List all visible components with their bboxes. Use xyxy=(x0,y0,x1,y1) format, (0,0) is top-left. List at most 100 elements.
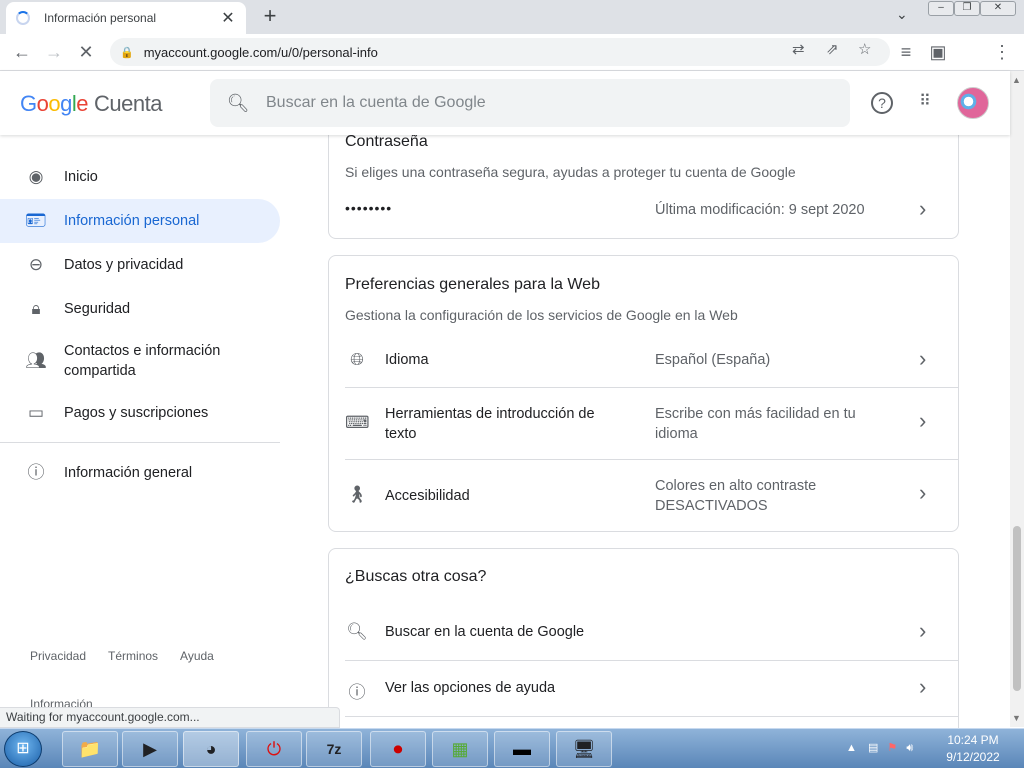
row-divider xyxy=(345,716,959,717)
tab-search-chevron-icon[interactable]: ⌄ xyxy=(896,6,908,23)
other-options-card: ¿Buscas otra cosa? 🔍︎ Buscar en la cuent… xyxy=(328,548,959,748)
power-app-icon[interactable]: ⏻ xyxy=(246,731,302,767)
chevron-right-icon: › xyxy=(919,346,927,371)
row-label: Idioma xyxy=(385,352,429,368)
help-icon: ⓘ xyxy=(348,683,366,702)
privacy-link[interactable]: Privacidad xyxy=(30,649,86,663)
sidebar-item-informacion-general[interactable]: ⓘ Información general xyxy=(0,461,280,485)
accessibility-row[interactable]: 🚶︎ Accesibilidad Colores en alto contras… xyxy=(345,476,959,516)
scroll-up-arrow-icon[interactable]: ▲ xyxy=(1012,75,1021,85)
sidebar-item-label: Seguridad xyxy=(64,301,131,317)
close-tab-icon[interactable]: ✕ xyxy=(220,8,236,28)
volume-icon[interactable]: 🔊︎ xyxy=(906,742,913,754)
search-account-row[interactable]: 🔍︎ Buscar en la cuenta de Google › xyxy=(345,618,959,646)
reading-list-icon[interactable]: ≡ xyxy=(896,42,916,62)
text-input-tools-row[interactable]: ⌨︎ Herramientas de introducción de texto… xyxy=(345,404,959,444)
show-hidden-icons-icon[interactable]: ▲ xyxy=(846,742,857,754)
sidebar-item-label: Datos y privacidad xyxy=(64,257,184,273)
toggle-icon: ⊖ xyxy=(28,255,44,274)
sidebar-item-label: Pagos y suscripciones xyxy=(64,405,209,421)
terms-link[interactable]: Términos xyxy=(108,649,158,663)
row-divider xyxy=(345,387,959,388)
side-panel-icon[interactable]: ▣ xyxy=(928,42,948,62)
chevron-right-icon: › xyxy=(919,674,927,699)
search-icon: 🔍︎ xyxy=(346,622,368,641)
translate-icon[interactable]: ⇄ xyxy=(792,40,805,58)
masked-password: •••••••• xyxy=(345,200,393,216)
start-button[interactable]: ⊞ xyxy=(4,731,42,767)
credit-card-icon: ▭ xyxy=(27,403,45,422)
chrome-icon[interactable]: ◕ xyxy=(183,731,239,767)
sidebar-item-inicio[interactable]: ◉ Inicio xyxy=(0,165,280,189)
card-title: Preferencias generales para la Web xyxy=(345,276,600,293)
browser-toolbar: ← → ✕ 🔒 myaccount.google.com/u/0/persona… xyxy=(0,34,1024,99)
status-bubble: Waiting for myaccount.google.com... xyxy=(0,707,340,728)
page-scrollbar[interactable]: ▲ ▼ xyxy=(1010,71,1024,727)
close-window-button[interactable]: ✕ xyxy=(980,1,1016,16)
language-row[interactable]: 🌐︎ Idioma Español (España) › xyxy=(345,346,959,374)
help-icon[interactable]: ? xyxy=(871,92,893,114)
loading-spinner-icon xyxy=(16,11,30,25)
apps-grid-icon[interactable]: ⠿ xyxy=(913,91,937,115)
lock-icon[interactable]: 🔒 xyxy=(120,46,134,59)
taskbar-clock[interactable]: 10:24 PM 9/12/2022 xyxy=(940,732,1006,766)
sidebar-item-datos-privacidad[interactable]: ⊖ Datos y privacidad xyxy=(0,253,280,277)
tab-title: Información personal xyxy=(44,11,157,25)
sidebar-item-seguridad[interactable]: 🔒︎ Seguridad xyxy=(0,297,280,321)
people-icon: 👥︎ xyxy=(25,351,47,370)
bookmark-star-icon[interactable]: ☆ xyxy=(858,40,871,58)
media-player-icon[interactable]: ▶ xyxy=(122,731,178,767)
flag-alert-icon[interactable]: ⚑ xyxy=(887,742,897,754)
7zip-icon[interactable]: 7z xyxy=(306,731,362,767)
lock-icon: 🔒︎ xyxy=(31,299,41,318)
account-search-input[interactable]: 🔍︎ Buscar en la cuenta de Google xyxy=(210,79,850,127)
row-label: Buscar en la cuenta de Google xyxy=(385,624,585,640)
restore-button[interactable]: ❐ xyxy=(954,1,980,16)
minimize-button[interactable]: – xyxy=(928,1,954,16)
share-icon[interactable]: ⇗ xyxy=(826,40,839,58)
account-header: Google Cuenta 🔍︎ Buscar en la cuenta de G… xyxy=(0,71,1010,135)
chevron-right-icon: › xyxy=(919,618,927,643)
sidebar-item-label: Información personal xyxy=(64,213,200,229)
sidebar-item-label: Información general xyxy=(64,465,193,481)
sidebar-item-pagos[interactable]: ▭ Pagos y suscripciones xyxy=(0,401,280,425)
url-text: myaccount.google.com/u/0/personal-info xyxy=(143,44,378,60)
sidebar-item-informacion-personal[interactable]: 🪪︎ Información personal xyxy=(0,199,280,243)
row-label: Herramientas de introducción de texto xyxy=(385,406,595,442)
sidebar-divider xyxy=(0,442,280,443)
row-divider xyxy=(345,459,959,460)
minecraft-icon[interactable]: ▦ xyxy=(432,731,488,767)
account-avatar[interactable] xyxy=(957,87,989,119)
row-label: Accesibilidad xyxy=(385,488,470,504)
system-tray: ▲ ▤ ⚑ 🔊︎ xyxy=(846,741,913,755)
help-link[interactable]: Ayuda xyxy=(180,649,214,663)
stop-icon[interactable]: ✕ xyxy=(76,42,96,62)
google-logo: Google xyxy=(20,91,89,116)
new-tab-button[interactable]: + xyxy=(258,3,282,29)
product-name: Cuenta xyxy=(94,91,162,116)
google-cuenta-logo[interactable]: Google Cuenta xyxy=(20,91,162,117)
browser-tab[interactable]: Información personal ✕ xyxy=(6,2,246,34)
keyboard-icon: ⌨︎ xyxy=(345,413,370,432)
command-prompt-icon[interactable]: ▬ xyxy=(494,731,550,767)
forward-icon[interactable]: → xyxy=(44,42,64,62)
scroll-down-arrow-icon[interactable]: ▼ xyxy=(1012,713,1021,723)
menu-kebab-icon[interactable]: ⋮ xyxy=(992,42,1012,62)
tab-strip: Información personal ✕ + ⌄ – ❐ ✕ xyxy=(0,0,1024,34)
network-tool-icon[interactable]: 🖥 xyxy=(556,731,612,767)
card-subtitle: Si eliges una contraseña segura, ayudas … xyxy=(345,164,796,180)
card-title: ¿Buscas otra cosa? xyxy=(345,568,487,585)
help-options-row[interactable]: ⓘ Ver las opciones de ayuda › xyxy=(345,674,959,702)
network-icon[interactable]: ▤ xyxy=(868,742,878,754)
search-icon[interactable]: 🔍︎ xyxy=(210,93,266,114)
password-row[interactable]: •••••••• Última modificación: 9 sept 202… xyxy=(345,196,959,222)
card-subtitle: Gestiona la configuración de los servici… xyxy=(345,307,738,323)
back-icon[interactable]: ← xyxy=(12,42,32,62)
file-explorer-icon[interactable]: 📁 xyxy=(62,731,118,767)
row-value: Español (España) xyxy=(655,352,771,368)
scrollbar-thumb[interactable] xyxy=(1013,526,1021,691)
address-bar[interactable]: 🔒 myaccount.google.com/u/0/personal-info xyxy=(110,38,890,66)
sidebar-item-contactos[interactable]: 👥︎ Contactos e información compartida xyxy=(0,341,280,381)
recorder-icon[interactable]: ⏺ xyxy=(370,731,426,767)
footer-links: Privacidad Términos Ayuda xyxy=(30,649,214,663)
